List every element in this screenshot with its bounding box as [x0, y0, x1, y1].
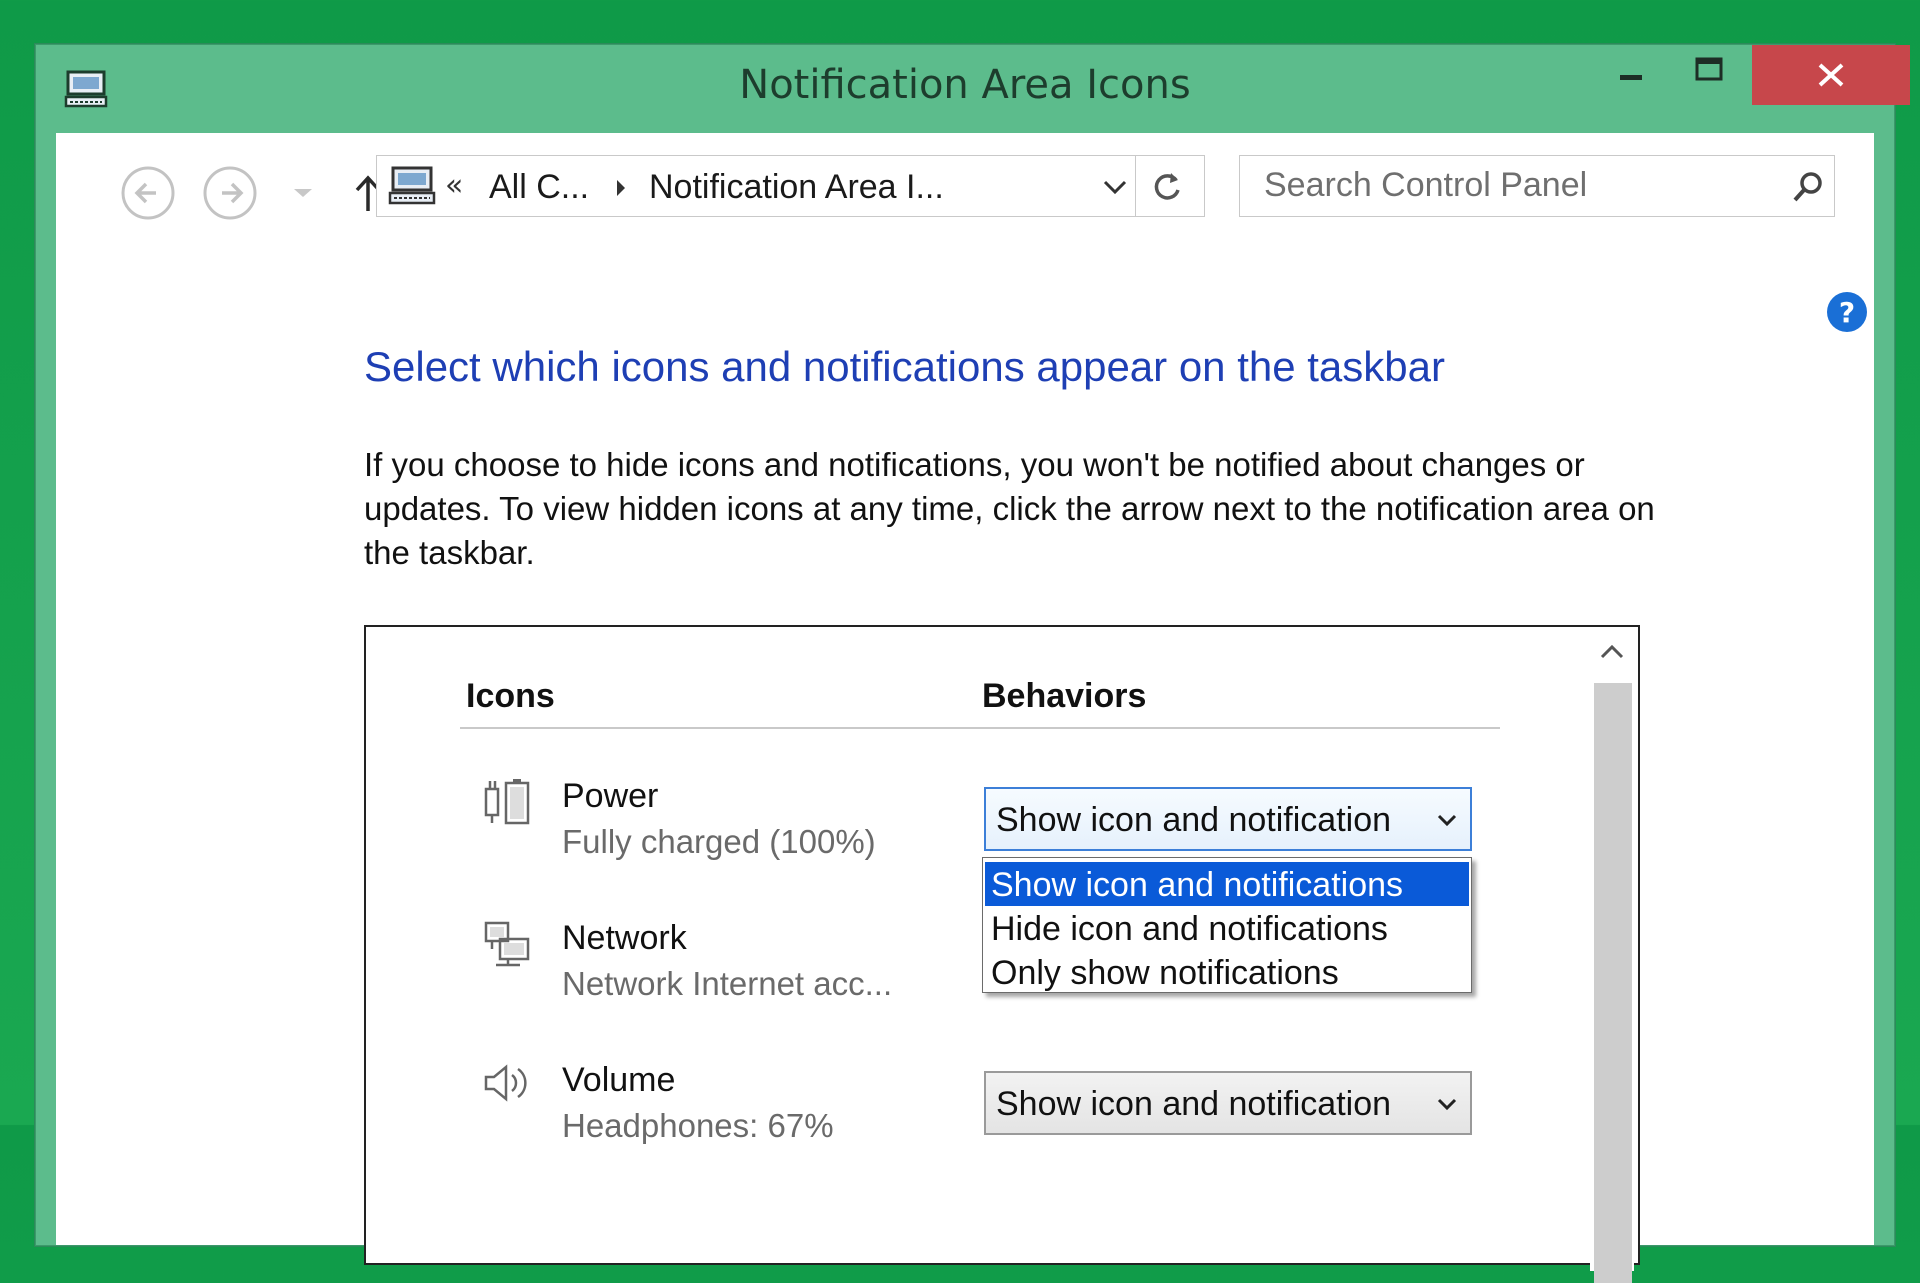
column-header-icons: Icons	[466, 677, 555, 715]
maximize-button[interactable]	[1676, 45, 1740, 105]
control-panel-icon	[388, 166, 436, 205]
recent-locations-chevron-icon[interactable]	[288, 165, 318, 221]
power-icon	[484, 779, 530, 825]
forward-button[interactable]	[202, 165, 258, 221]
header-divider	[460, 727, 1500, 729]
chevron-down-icon	[1437, 1098, 1457, 1111]
window: Notification Area Icons « All C... Notif…	[35, 44, 1910, 1283]
svg-text:?: ?	[1839, 296, 1855, 329]
row-status: Network Internet acc...	[562, 965, 893, 1002]
search-icon[interactable]	[1790, 169, 1826, 205]
row-status: Headphones: 67%	[562, 1107, 834, 1144]
content-area: « All C... Notification Area I... Search…	[56, 133, 1874, 1283]
volume-icon	[484, 1064, 527, 1102]
page-title: Select which icons and notifications app…	[364, 343, 1445, 390]
scroll-up-icon[interactable]	[1590, 631, 1634, 675]
column-header-behaviors: Behaviors	[982, 677, 1147, 715]
row-name: Network	[562, 919, 687, 957]
row-status: Fully charged (100%)	[562, 823, 876, 860]
title-bar[interactable]: Notification Area Icons	[36, 45, 1910, 133]
breadcrumb-arrow-icon[interactable]	[613, 176, 629, 200]
behavior-select[interactable]: Show icon and notification	[984, 787, 1472, 851]
refresh-icon[interactable]	[1149, 170, 1185, 204]
breadcrumb-root[interactable]: All C...	[489, 168, 589, 207]
close-button[interactable]	[1752, 45, 1910, 105]
scroll-thumb[interactable]	[1594, 683, 1632, 1283]
behavior-select-value: Show icon and notification	[996, 801, 1392, 839]
behavior-select-value: Show icon and notification	[996, 1085, 1392, 1123]
row-name: Volume	[562, 1061, 676, 1099]
chevron-down-icon	[1437, 814, 1457, 827]
behavior-dropdown-list[interactable]: Show icon and notifications Hide icon an…	[982, 857, 1472, 993]
address-dropdown-icon[interactable]	[1097, 172, 1133, 202]
breadcrumb-current[interactable]: Notification Area I...	[649, 168, 944, 207]
behavior-select[interactable]: Show icon and notification	[984, 1071, 1472, 1135]
back-button[interactable]	[120, 165, 176, 221]
address-divider	[1135, 156, 1136, 216]
dropdown-option-show[interactable]: Show icon and notifications	[985, 862, 1469, 906]
dropdown-option-hide[interactable]: Hide icon and notifications	[985, 906, 1469, 950]
help-icon[interactable]: ?	[1826, 291, 1868, 333]
address-bar[interactable]: « All C... Notification Area I...	[376, 155, 1205, 217]
network-icon	[484, 921, 530, 967]
page-description: If you choose to hide icons and notifica…	[364, 446, 1655, 571]
row-name: Power	[562, 777, 659, 815]
minimize-button[interactable]	[1598, 45, 1662, 105]
search-input[interactable]: Search Control Panel	[1239, 155, 1835, 217]
scrollbar[interactable]	[1590, 631, 1634, 1283]
icons-behaviors-list[interactable]: Icons Behaviors Power Fully charged (100…	[364, 625, 1640, 1283]
dropdown-option-only-notifications[interactable]: Only show notifications	[985, 950, 1469, 994]
breadcrumb-overflow-icon[interactable]: «	[445, 168, 463, 203]
